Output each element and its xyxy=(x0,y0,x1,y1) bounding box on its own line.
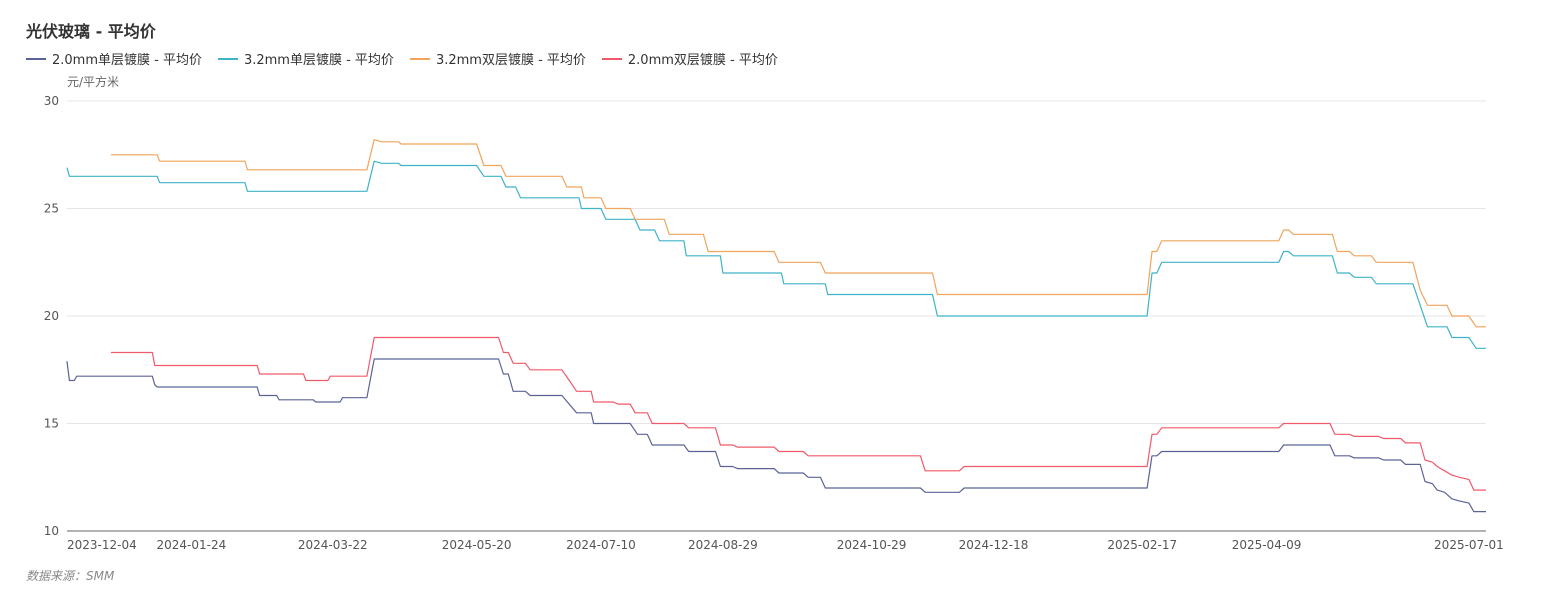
y-tick-label: 15 xyxy=(44,417,59,431)
y-tick-label: 20 xyxy=(44,309,59,323)
series-line-1 xyxy=(66,160,1486,349)
x-tick-label: 2025-02-17 xyxy=(1107,538,1177,552)
y-tick-label: 30 xyxy=(44,94,59,108)
x-tick-label: 2024-07-10 xyxy=(566,538,636,552)
x-tick-label: 2024-10-29 xyxy=(837,538,907,552)
x-tick-label: 2025-07-01 xyxy=(1434,538,1504,552)
y-tick-label: 25 xyxy=(44,202,59,216)
x-tick-label: 2024-03-22 xyxy=(298,538,368,552)
series-lines xyxy=(66,139,1486,513)
series-line-0 xyxy=(66,358,1486,513)
x-tick-label: 2024-01-24 xyxy=(156,538,226,552)
series-line-2 xyxy=(110,139,1486,328)
x-tick-label: 2025-04-09 xyxy=(1232,538,1302,552)
x-tick-label: 2024-08-29 xyxy=(688,538,758,552)
series-line-3 xyxy=(110,336,1486,491)
line-chart: 10 15 20 25 30 2023-12-04 2024-01-24 2024-03-22… xyxy=(44,94,1504,552)
y-tick-label: 10 xyxy=(44,524,59,538)
axes: 10 15 20 25 30 2023-12-04 2024-01-24 2024-03-22… xyxy=(44,94,1504,552)
data-source-note: 数据来源：SMM xyxy=(26,569,115,583)
x-tick-label: 2024-12-18 xyxy=(959,538,1029,552)
x-tick-label: 2023-12-04 xyxy=(67,538,137,552)
x-tick-label: 2024-05-20 xyxy=(442,538,512,552)
